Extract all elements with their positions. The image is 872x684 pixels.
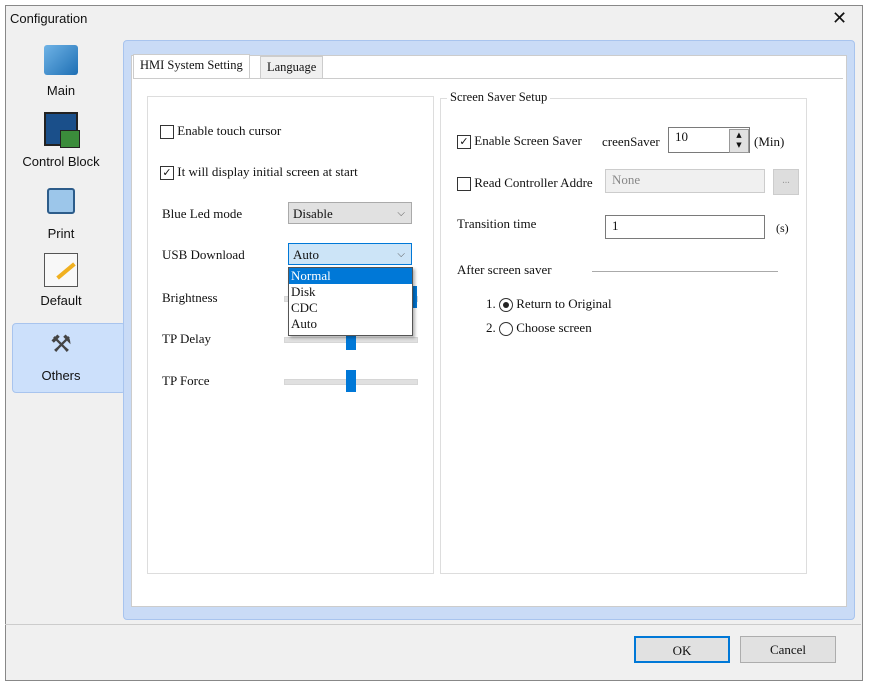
document-pencil-icon bbox=[44, 253, 78, 287]
sidebar-item-label: Print bbox=[47, 226, 75, 241]
checkbox[interactable] bbox=[160, 125, 174, 140]
checkbox-label: It will display initial screen at start bbox=[177, 164, 358, 179]
spin-buttons[interactable]: ▲ ▼ bbox=[729, 129, 749, 153]
radio-choose-screen[interactable]: 2. Choose screen bbox=[486, 320, 592, 337]
printer-icon bbox=[47, 188, 75, 214]
seconds-unit: (s) bbox=[776, 221, 789, 235]
screen-saver-time-label: creenSaver bbox=[602, 134, 660, 149]
sidebar-item-label: Control Block bbox=[22, 154, 100, 169]
dropdown-option-disk[interactable]: Disk bbox=[289, 284, 412, 300]
option-number: 1. bbox=[486, 296, 496, 311]
checkbox-label: Read Controller Addre bbox=[474, 175, 593, 190]
sidebar-item-label: Default bbox=[40, 293, 82, 308]
browse-address-button[interactable]: ... bbox=[773, 169, 799, 195]
radio-label: Return to Original bbox=[516, 296, 612, 311]
radio-button[interactable] bbox=[499, 322, 513, 337]
chevron-down-icon: ⌵ bbox=[397, 208, 405, 219]
enable-screen-saver-checkbox[interactable]: ✓ Enable Screen Saver bbox=[457, 133, 582, 150]
usb-download-dropdown: Normal Disk CDC Auto bbox=[288, 267, 413, 336]
tab-language[interactable]: Language bbox=[260, 56, 324, 78]
radio-label: Choose screen bbox=[516, 320, 592, 335]
ok-button[interactable]: OK bbox=[634, 636, 730, 663]
controller-address-input[interactable]: None bbox=[605, 169, 765, 193]
sidebar-item-others[interactable]: ⚒ Others bbox=[2, 330, 120, 383]
check-icon[interactable]: ✓ bbox=[160, 166, 174, 181]
tools-icon: ⚒ bbox=[50, 330, 72, 358]
usb-download-select[interactable]: Auto ⌵ bbox=[288, 243, 412, 265]
tp-delay-label: TP Delay bbox=[162, 331, 211, 346]
sidebar-item-main[interactable]: Main bbox=[2, 45, 120, 98]
sidebar-item-print[interactable]: Print bbox=[2, 188, 120, 241]
select-value: Disable bbox=[293, 206, 333, 221]
read-controller-checkbox[interactable]: Read Controller Addre bbox=[457, 175, 593, 192]
sidebar-item-label: Main bbox=[46, 83, 76, 98]
checkbox-label: Enable touch cursor bbox=[177, 123, 282, 138]
input-value: 10 bbox=[675, 129, 688, 144]
option-number: 2. bbox=[486, 320, 496, 335]
input-value: 1 bbox=[612, 218, 619, 233]
cancel-button[interactable]: Cancel bbox=[740, 636, 836, 663]
spin-down-icon[interactable]: ▼ bbox=[730, 140, 748, 150]
radio-return-original[interactable]: 1. Return to Original bbox=[486, 296, 612, 313]
checkbox[interactable] bbox=[457, 177, 471, 192]
transition-time-label: Transition time bbox=[457, 216, 537, 231]
after-screen-saver-label: After screen saver bbox=[457, 262, 552, 277]
radio-button[interactable] bbox=[499, 298, 513, 313]
enable-touch-cursor-checkbox[interactable]: Enable touch cursor bbox=[160, 123, 282, 140]
dropdown-option-auto[interactable]: Auto bbox=[289, 316, 412, 332]
sidebar-item-label: Others bbox=[41, 368, 81, 383]
brightness-label: Brightness bbox=[162, 290, 218, 305]
divider bbox=[592, 271, 778, 272]
blue-led-select[interactable]: Disable ⌵ bbox=[288, 202, 412, 224]
chevron-down-icon: ⌵ bbox=[397, 249, 405, 260]
checkbox-label: Enable Screen Saver bbox=[474, 133, 582, 148]
folder-gear-icon bbox=[44, 45, 78, 75]
dropdown-option-cdc[interactable]: CDC bbox=[289, 300, 412, 316]
usb-download-label: USB Download bbox=[162, 247, 245, 262]
display-initial-screen-checkbox[interactable]: ✓ It will display initial screen at star… bbox=[160, 164, 358, 181]
tp-force-label: TP Force bbox=[162, 373, 210, 388]
window-title: Configuration bbox=[10, 11, 88, 26]
sidebar-item-default[interactable]: Default bbox=[2, 253, 120, 308]
tp-force-slider-thumb[interactable] bbox=[346, 370, 356, 392]
tab-hmi-system-setting[interactable]: HMI System Setting bbox=[133, 54, 250, 79]
footer-divider bbox=[5, 624, 861, 625]
control-block-icon bbox=[44, 112, 80, 148]
check-icon[interactable]: ✓ bbox=[457, 135, 471, 150]
input-value: None bbox=[612, 172, 641, 187]
transition-time-input[interactable]: 1 bbox=[605, 215, 765, 239]
select-value: Auto bbox=[293, 247, 319, 262]
blue-led-label: Blue Led mode bbox=[162, 206, 243, 221]
close-icon[interactable]: ✕ bbox=[832, 8, 847, 29]
screen-saver-legend: Screen Saver Setup bbox=[447, 90, 551, 105]
sidebar-item-control-block[interactable]: Control Block bbox=[2, 112, 120, 169]
spin-up-icon[interactable]: ▲ bbox=[730, 130, 748, 140]
dropdown-option-normal[interactable]: Normal bbox=[289, 268, 412, 284]
minutes-unit: (Min) bbox=[754, 134, 785, 149]
